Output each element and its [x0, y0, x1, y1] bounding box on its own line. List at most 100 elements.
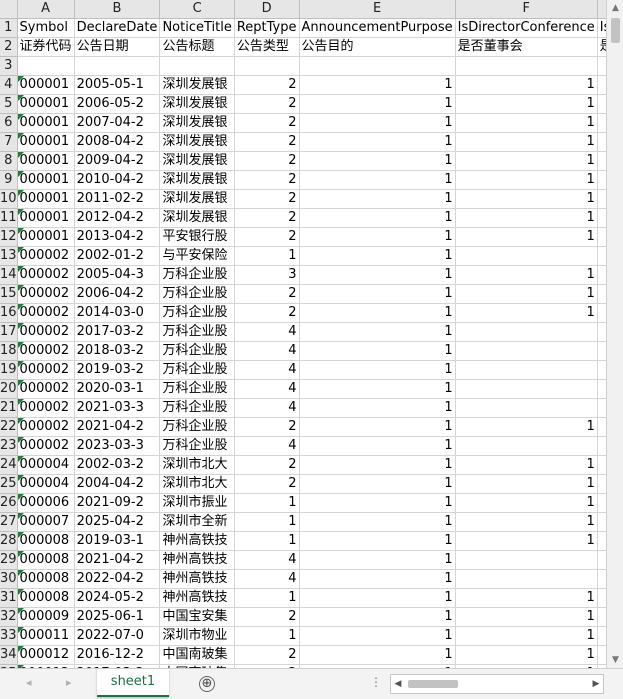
cell[interactable]: 000001 — [17, 113, 75, 133]
cell[interactable]: 1 — [299, 284, 456, 304]
cell[interactable] — [455, 341, 598, 361]
cell[interactable]: 1 — [234, 246, 300, 266]
cell[interactable] — [455, 398, 598, 418]
cell[interactable]: 深圳发展银 — [159, 151, 235, 171]
row-header[interactable]: 17 — [0, 322, 18, 342]
cell[interactable]: 深圳市全新 — [159, 512, 235, 532]
cell[interactable]: 1 — [455, 303, 598, 323]
cell[interactable]: 1 — [455, 512, 598, 532]
row-header[interactable]: 23 — [0, 436, 18, 456]
cell[interactable]: 000004 — [17, 455, 75, 475]
row-header[interactable]: 18 — [0, 341, 18, 361]
cell[interactable]: 深圳发展银 — [159, 132, 235, 152]
cell[interactable]: 1 — [299, 379, 456, 399]
row-header[interactable]: 5 — [0, 94, 18, 114]
cell[interactable]: 2 — [234, 208, 300, 228]
cell[interactable] — [455, 360, 598, 380]
cell[interactable]: 2012-04-2 — [74, 208, 161, 228]
column-header-b[interactable]: B — [74, 0, 161, 19]
cell[interactable] — [455, 569, 598, 589]
cell[interactable]: 2 — [234, 151, 300, 171]
cell[interactable]: 2 — [234, 455, 300, 475]
prev-sheet-icon[interactable]: ◂ — [26, 676, 32, 689]
cell[interactable]: 000002 — [17, 398, 75, 418]
cell[interactable]: 000006 — [17, 493, 75, 513]
cell[interactable]: 1 — [299, 341, 456, 361]
cell[interactable]: 2007-04-2 — [74, 113, 161, 133]
cell[interactable]: 深圳发展银 — [159, 75, 235, 95]
row-header[interactable]: 31 — [0, 588, 18, 608]
cell[interactable]: 1 — [455, 607, 598, 627]
cell[interactable]: 2016-12-2 — [74, 645, 161, 665]
row-header[interactable]: 27 — [0, 512, 18, 532]
cell[interactable]: 2 — [234, 645, 300, 665]
cell[interactable]: 1 — [597, 94, 606, 114]
add-sheet-icon[interactable]: ⊕ — [199, 676, 215, 692]
cell[interactable]: 深圳市振业 — [159, 493, 235, 513]
cell[interactable]: 000001 — [17, 208, 75, 228]
row-header[interactable]: 15 — [0, 284, 18, 304]
cell[interactable] — [74, 56, 161, 76]
cell[interactable] — [455, 379, 598, 399]
cell[interactable]: ReptType — [234, 18, 300, 38]
cell[interactable]: 2025-06-1 — [74, 607, 161, 627]
cell[interactable]: 万科企业股 — [159, 303, 235, 323]
cell[interactable]: 1 — [597, 474, 606, 494]
cell[interactable]: 000008 — [17, 531, 75, 551]
column-header-d[interactable]: D — [234, 0, 300, 19]
cell[interactable]: 2024-05-2 — [74, 588, 161, 608]
cell[interactable]: 公告目的 — [299, 37, 456, 57]
cell[interactable]: 000008 — [17, 569, 75, 589]
next-sheet-icon[interactable]: ▸ — [66, 676, 72, 689]
cell[interactable]: 000001 — [17, 170, 75, 190]
cell[interactable]: 1 — [234, 493, 300, 513]
cell[interactable]: 万科企业股 — [159, 417, 235, 437]
cell[interactable]: 2 — [234, 113, 300, 133]
cell[interactable] — [17, 56, 75, 76]
row-header[interactable]: 19 — [0, 360, 18, 380]
row-header[interactable]: 14 — [0, 265, 18, 285]
cell[interactable]: 1 — [597, 512, 606, 532]
cell[interactable]: 1 — [299, 265, 456, 285]
vertical-scrollbar[interactable]: ▲ ▼ — [606, 0, 623, 668]
cell[interactable]: 1 — [299, 246, 456, 266]
cell[interactable]: 4 — [234, 379, 300, 399]
cell[interactable]: 1 — [299, 170, 456, 190]
cell[interactable]: 1 — [597, 227, 606, 247]
cell[interactable]: 2018-03-2 — [74, 341, 161, 361]
cell[interactable]: 2 — [234, 417, 300, 437]
cell[interactable] — [234, 56, 300, 76]
cell[interactable]: 1 — [299, 132, 456, 152]
cell[interactable]: 1 — [597, 607, 606, 627]
cell[interactable]: 2006-04-2 — [74, 284, 161, 304]
cell[interactable]: 1 — [299, 436, 456, 456]
cell[interactable]: 2 — [234, 284, 300, 304]
cell[interactable]: 000008 — [17, 588, 75, 608]
cell[interactable]: 1 — [455, 265, 598, 285]
cell[interactable]: 000001 — [17, 151, 75, 171]
cell[interactable]: 1 — [597, 170, 606, 190]
cell[interactable]: 2017-03-2 — [74, 322, 161, 342]
cell[interactable]: 2 — [234, 170, 300, 190]
row-header[interactable]: 16 — [0, 303, 18, 323]
cell[interactable] — [597, 322, 606, 342]
cell[interactable]: 神州高铁技 — [159, 550, 235, 570]
cell[interactable] — [299, 56, 456, 76]
cell[interactable]: 4 — [234, 322, 300, 342]
cell[interactable]: 1 — [597, 417, 606, 437]
cell[interactable]: 000001 — [17, 132, 75, 152]
cell[interactable]: 1 — [455, 493, 598, 513]
cell[interactable]: 1 — [597, 531, 606, 551]
cell[interactable]: 1 — [455, 417, 598, 437]
row-header[interactable]: 28 — [0, 531, 18, 551]
cell[interactable]: 1 — [455, 626, 598, 646]
cell[interactable] — [159, 56, 235, 76]
cell[interactable]: 1 — [299, 493, 456, 513]
cell[interactable]: 2004-04-2 — [74, 474, 161, 494]
cell[interactable]: 1 — [455, 151, 598, 171]
cell[interactable]: NoticeTitle — [159, 18, 235, 38]
cell[interactable]: 2009-04-2 — [74, 151, 161, 171]
cell[interactable]: 000001 — [17, 189, 75, 209]
cell[interactable] — [597, 436, 606, 456]
cell[interactable]: 1 — [299, 474, 456, 494]
